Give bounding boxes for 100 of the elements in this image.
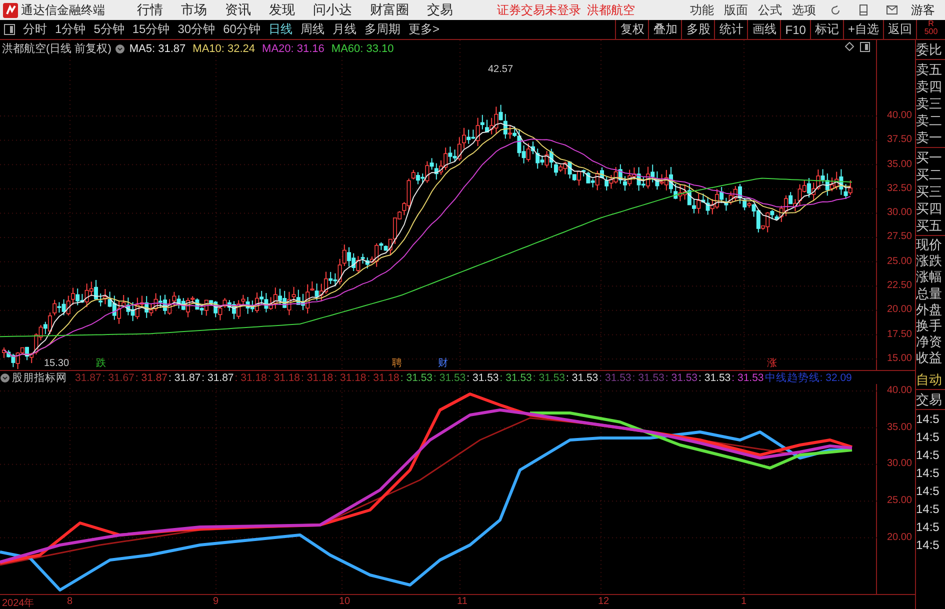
price-tick: 20.00 xyxy=(886,303,912,318)
indicator-value: : 31.53 xyxy=(532,372,566,384)
trade-time: 14:5 xyxy=(916,429,940,446)
period-tab[interactable]: 多周期 xyxy=(360,21,404,38)
price-tick: 35.00 xyxy=(886,158,912,172)
trade-time: 14:5 xyxy=(916,501,940,518)
quote-label: 涨跌 xyxy=(916,253,943,270)
quote-label: 卖四 xyxy=(916,78,943,95)
indicator-tick: 40.00 xyxy=(886,384,912,398)
user-name[interactable]: 游客 xyxy=(911,2,935,18)
indicator-value: 31.87 xyxy=(75,372,102,384)
menu-item[interactable]: 资讯 xyxy=(217,1,261,19)
price-tick: 40.00 xyxy=(886,109,912,123)
indicator-value: : 31.53 xyxy=(665,372,698,384)
period-tab[interactable]: 月线 xyxy=(328,21,360,38)
period-tab[interactable]: 日线 xyxy=(264,21,296,38)
indicator-tick: 30.00 xyxy=(886,457,912,472)
price-tick: 37.50 xyxy=(886,133,912,148)
low-price-label: 15.30 xyxy=(44,358,70,369)
menu-item[interactable]: 公式 xyxy=(753,2,787,18)
menu-item[interactable]: 功能 xyxy=(685,2,719,18)
date-tick: 9 xyxy=(213,596,219,607)
indicator-value: : 31.53 xyxy=(599,372,632,384)
trades-title: 交易 xyxy=(916,391,943,408)
indicator-value: : 31.53 xyxy=(732,372,764,384)
date-tick: 10 xyxy=(339,596,350,607)
event-marker: 聘 xyxy=(392,356,402,370)
trade-time: 14:5 xyxy=(916,411,940,428)
indicator-value: : 31.18 xyxy=(234,372,267,384)
quote-label: 买五 xyxy=(916,217,943,234)
menu-item[interactable]: 选项 xyxy=(787,2,821,18)
trade-time: 14:5 xyxy=(916,519,940,536)
quote-label: 收益 xyxy=(916,350,943,367)
indicator-value: : 31.87 xyxy=(202,372,234,384)
menu-item[interactable]: 问小达 xyxy=(305,1,362,19)
quote-label: 买二 xyxy=(916,166,943,183)
menu-item[interactable]: 行情 xyxy=(129,1,173,19)
indicator-value: : 31.53 xyxy=(566,372,598,384)
period-tab[interactable]: 5分钟 xyxy=(90,21,128,38)
quote-label: 外盘 xyxy=(916,302,943,318)
quote-label: 卖一 xyxy=(916,129,943,146)
indicator-value: : 31.53 xyxy=(466,372,499,384)
indicator-value: : 31.18 xyxy=(367,372,400,384)
indicator-name: 股朋指标网 xyxy=(12,370,67,384)
high-price-label: 42.57 xyxy=(488,64,514,75)
trade-time: 14:5 xyxy=(916,537,940,554)
indicator-tick: 35.00 xyxy=(886,420,912,435)
event-marker: 跌 xyxy=(96,356,106,370)
corner-label: 500 xyxy=(924,28,938,36)
period-tab[interactable]: 60分钟 xyxy=(219,21,264,38)
ma-value: MA5: 31.87 xyxy=(129,42,186,54)
period-tab[interactable]: 周线 xyxy=(296,21,328,38)
date-tick: 11 xyxy=(457,596,468,607)
quote-label: 净资 xyxy=(916,334,943,350)
quote-label: 卖二 xyxy=(916,112,943,129)
indicator-value: 中线趋势线: 32.09 xyxy=(764,370,852,384)
quote-label: 卖三 xyxy=(916,95,943,112)
stock-name: 洪都航空 xyxy=(587,2,635,18)
indicator-value: : 31.18 xyxy=(301,372,334,384)
indicator-value: : 31.53 xyxy=(500,372,532,384)
menu-item[interactable]: 交易 xyxy=(419,1,463,19)
indicator-tick: 25.00 xyxy=(886,494,912,508)
period-tab[interactable]: 分时 xyxy=(19,21,51,38)
trade-time: 14:5 xyxy=(916,465,940,482)
trade-time: 14:5 xyxy=(916,447,940,464)
indicator-value: : 31.18 xyxy=(334,372,366,384)
date-tick: 12 xyxy=(598,596,610,607)
indicator-value: : 31.87 xyxy=(168,372,201,384)
price-tick: 30.00 xyxy=(886,206,912,220)
quote-label: 现价 xyxy=(916,237,943,254)
quote-label: 买四 xyxy=(916,200,943,217)
login-status: 证券交易未登录 xyxy=(497,2,581,18)
menu-item[interactable]: 发现 xyxy=(261,1,305,19)
trade-time: 14:5 xyxy=(916,483,940,500)
ma-value: MA20: 31.16 xyxy=(262,42,324,54)
mode-label: 自动 xyxy=(916,371,943,388)
indicator-value: : 31.67 xyxy=(102,372,134,384)
menu-item[interactable]: 财富圈 xyxy=(362,1,419,19)
date-tick: 8 xyxy=(67,596,73,607)
event-marker: 涨 xyxy=(767,356,777,370)
menu-item[interactable]: 市场 xyxy=(173,1,217,19)
period-tab[interactable]: 1分钟 xyxy=(51,21,90,38)
ma-value: MA60: 33.10 xyxy=(331,42,394,54)
quote-label: 换手 xyxy=(916,318,943,334)
indicator-value: : 31.87 xyxy=(135,372,168,384)
price-tick: 32.50 xyxy=(886,182,912,196)
quote-label: 卖五 xyxy=(916,61,943,78)
menu-item[interactable]: 版面 xyxy=(719,2,753,18)
ma-value: MA10: 32.24 xyxy=(192,42,256,54)
price-tick: 27.50 xyxy=(886,230,912,244)
indicator-value: : 31.53 xyxy=(434,372,466,384)
price-tick: 25.00 xyxy=(886,254,912,269)
price-tick: 15.00 xyxy=(886,352,912,366)
corner-label: R xyxy=(928,20,934,28)
period-tab[interactable]: 更多> xyxy=(404,21,444,38)
indicator-tick: 20.00 xyxy=(886,530,912,545)
period-tab[interactable]: 30分钟 xyxy=(174,21,220,38)
app-title: 通达信金融终端 xyxy=(21,2,105,18)
period-tab[interactable]: 15分钟 xyxy=(128,21,174,38)
quote-label: 涨幅 xyxy=(916,269,943,286)
